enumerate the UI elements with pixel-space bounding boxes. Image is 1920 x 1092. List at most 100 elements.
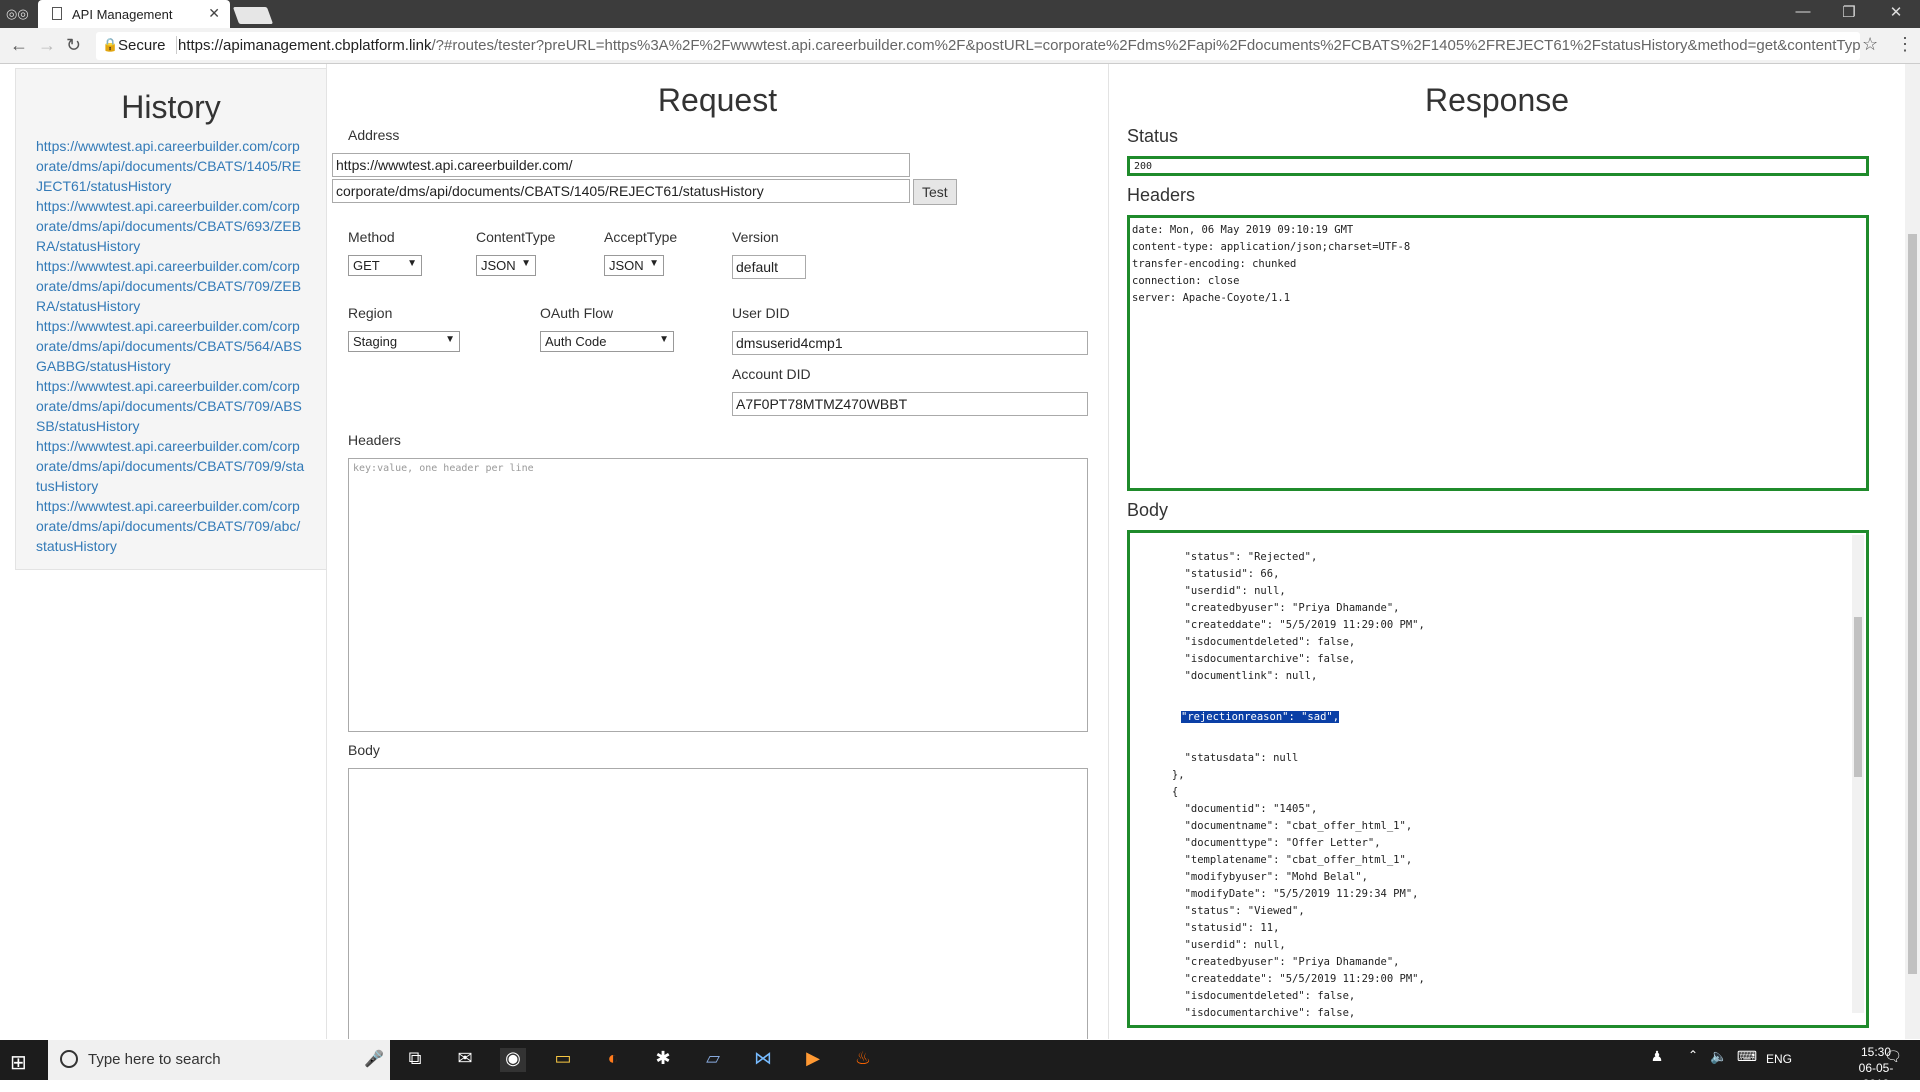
browser-tab-bar: ◎◎ API Management ✕ — ❐ ✕ [0, 0, 1920, 28]
browser-tab[interactable]: API Management ✕ [38, 0, 230, 28]
history-link[interactable]: https://wwwtest.api.careerbuilder.com/co… [36, 256, 306, 316]
search-placeholder: Type here to search [88, 1051, 221, 1068]
response-panel: Response Status 200 Headers date: Mon, 0… [1112, 64, 1882, 1039]
history-link[interactable]: https://wwwtest.api.careerbuilder.com/co… [36, 376, 306, 436]
forward-icon[interactable]: → [38, 35, 56, 56]
file-explorer-icon[interactable]: ▭ [550, 1048, 576, 1072]
windows-start-icon[interactable]: ⊞ [10, 1050, 27, 1075]
accept-type-select[interactable]: JSON ▼ [604, 255, 664, 276]
history-panel: History https://wwwtest.api.careerbuilde… [15, 68, 327, 570]
people-icon[interactable]: ♟ [1644, 1048, 1670, 1072]
notification-icon[interactable]: 🗨 [1880, 1048, 1906, 1072]
app-flame-icon[interactable]: ♨ [850, 1048, 876, 1072]
response-title: Response [1424, 82, 1570, 118]
test-button[interactable]: Test [913, 179, 957, 205]
slack-icon[interactable]: ✱ [650, 1048, 676, 1072]
request-headers-textarea[interactable]: key:value, one header per line [348, 458, 1088, 732]
address-base-input[interactable]: https://wwwtest.api.careerbuilder.com/ [332, 153, 910, 177]
body-text-after: "statusdata": null }, { "documentid": "1… [1171, 752, 1425, 1025]
version-label: Version [732, 229, 779, 245]
microphone-icon[interactable]: 🎤 [364, 1049, 384, 1069]
scrollbar-thumb[interactable] [1908, 234, 1917, 974]
history-link[interactable]: https://wwwtest.api.careerbuilder.com/co… [36, 136, 306, 196]
history-link[interactable]: https://wwwtest.api.careerbuilder.com/co… [36, 496, 306, 556]
new-tab-button[interactable] [232, 7, 274, 24]
close-window-icon[interactable]: ✕ [1876, 3, 1916, 21]
address-bar: ← → ↻ 🔒 Secure https://apimanagement.cbp… [0, 28, 1920, 64]
keyboard-icon[interactable]: ⌨ [1734, 1048, 1760, 1072]
page-icon [52, 7, 62, 20]
account-did-input[interactable]: A7F0PT78MTMZ470WBBT [732, 392, 1088, 416]
visual-studio-icon[interactable]: ⋈ [750, 1048, 776, 1072]
divider [326, 64, 327, 1039]
body-label: Body [348, 742, 380, 758]
request-panel: Request Address https://wwwtest.api.care… [330, 64, 1100, 1039]
page-scrollbar[interactable] [1905, 64, 1920, 1039]
chrome-icon[interactable]: ◉ [500, 1048, 526, 1072]
firefox-icon[interactable]: ◐ [600, 1048, 626, 1072]
url-host: https://apimanagement.cbplatform.link [178, 37, 432, 54]
user-did-input[interactable]: dmsuserid4cmp1 [732, 331, 1088, 355]
media-player-icon[interactable]: ▶ [800, 1048, 826, 1072]
url-path: /?#routes/tester?preURL=https%3A%2F%2Fww… [431, 37, 1860, 54]
address-path-input[interactable]: corporate/dms/api/documents/CBATS/1405/R… [332, 179, 910, 203]
account-did-label: Account DID [732, 366, 811, 382]
method-label: Method [348, 229, 395, 245]
history-link[interactable]: https://wwwtest.api.careerbuilder.com/co… [36, 316, 306, 376]
reload-icon[interactable]: ↻ [66, 35, 81, 56]
lock-icon: 🔒 [102, 37, 119, 52]
history-link[interactable]: https://wwwtest.api.careerbuilder.com/co… [36, 196, 306, 256]
oauth-flow-value: Auth Code [545, 334, 607, 349]
region-label: Region [348, 305, 393, 321]
url-input[interactable]: 🔒 Secure https://apimanagement.cbplatfor… [96, 32, 1860, 60]
oauth-flow-label: OAuth Flow [540, 305, 614, 321]
task-view-icon[interactable]: ⧉ [402, 1048, 428, 1072]
mail-icon[interactable]: ✉ [452, 1048, 478, 1072]
secure-label: Secure [118, 37, 166, 54]
content-type-select[interactable]: JSON ▼ [476, 255, 536, 276]
taskbar: ⊞ Type here to search 🎤 ⧉ ✉ ◉ ▭ ◐ ✱ ▱ ⋈ … [0, 1040, 1920, 1091]
body-scrollbar[interactable] [1852, 535, 1864, 1013]
highlighted-selection: "rejectionreason": "sad", [1181, 711, 1340, 723]
oauth-flow-select[interactable]: Auth Code ▼ [540, 331, 674, 352]
accept-type-label: AcceptType [604, 229, 678, 245]
divider [1108, 64, 1109, 1039]
notepad-icon[interactable]: ▱ [700, 1048, 726, 1072]
content-type-label: ContentType [476, 229, 556, 245]
menu-icon[interactable]: ⋮ [1896, 34, 1914, 55]
chevron-up-icon[interactable]: ⌃ [1680, 1048, 1706, 1072]
status-label: Status [1127, 126, 1179, 146]
method-select[interactable]: GET ▼ [348, 255, 422, 276]
response-headers-textarea[interactable]: date: Mon, 06 May 2019 09:10:19 GMT cont… [1127, 215, 1869, 491]
version-input[interactable]: default [732, 255, 806, 279]
tab-title: API Management [72, 7, 173, 22]
close-tab-icon[interactable]: ✕ [208, 5, 220, 22]
cortana-icon [60, 1050, 78, 1068]
request-body-textarea[interactable] [348, 768, 1088, 1039]
history-link[interactable]: https://wwwtest.api.careerbuilder.com/co… [36, 436, 306, 496]
headers-label: Headers [348, 432, 401, 448]
chevron-down-icon: ▼ [649, 258, 659, 269]
history-list: https://wwwtest.api.careerbuilder.com/co… [16, 136, 326, 556]
language-indicator[interactable]: ENG [1762, 1052, 1796, 1076]
restore-icon[interactable]: ❐ [1829, 3, 1869, 21]
taskbar-search[interactable]: Type here to search 🎤 [48, 1040, 390, 1080]
minimize-icon[interactable]: — [1783, 3, 1823, 20]
chevron-down-icon: ▼ [445, 334, 455, 345]
accept-type-value: JSON [609, 258, 644, 273]
response-headers-label: Headers [1127, 185, 1196, 205]
chevron-down-icon: ▼ [659, 334, 669, 345]
user-did-label: User DID [732, 305, 790, 321]
incognito-icon: ◎◎ [6, 6, 29, 21]
status-field[interactable]: 200 [1127, 156, 1869, 176]
history-title: History [121, 89, 221, 125]
body-text-before: "status": "Rejected", "statusid": 66, "u… [1184, 551, 1425, 682]
response-body-textarea[interactable]: "status": "Rejected", "statusid": 66, "u… [1127, 530, 1869, 1028]
volume-icon[interactable]: 🔈 [1706, 1048, 1732, 1072]
region-select[interactable]: Staging ▼ [348, 331, 460, 352]
content-type-value: JSON [481, 258, 516, 273]
back-icon[interactable]: ← [10, 35, 28, 56]
scrollbar-thumb[interactable] [1854, 617, 1862, 777]
response-body-label: Body [1127, 500, 1169, 520]
bookmark-star-icon[interactable]: ☆ [1862, 34, 1878, 55]
